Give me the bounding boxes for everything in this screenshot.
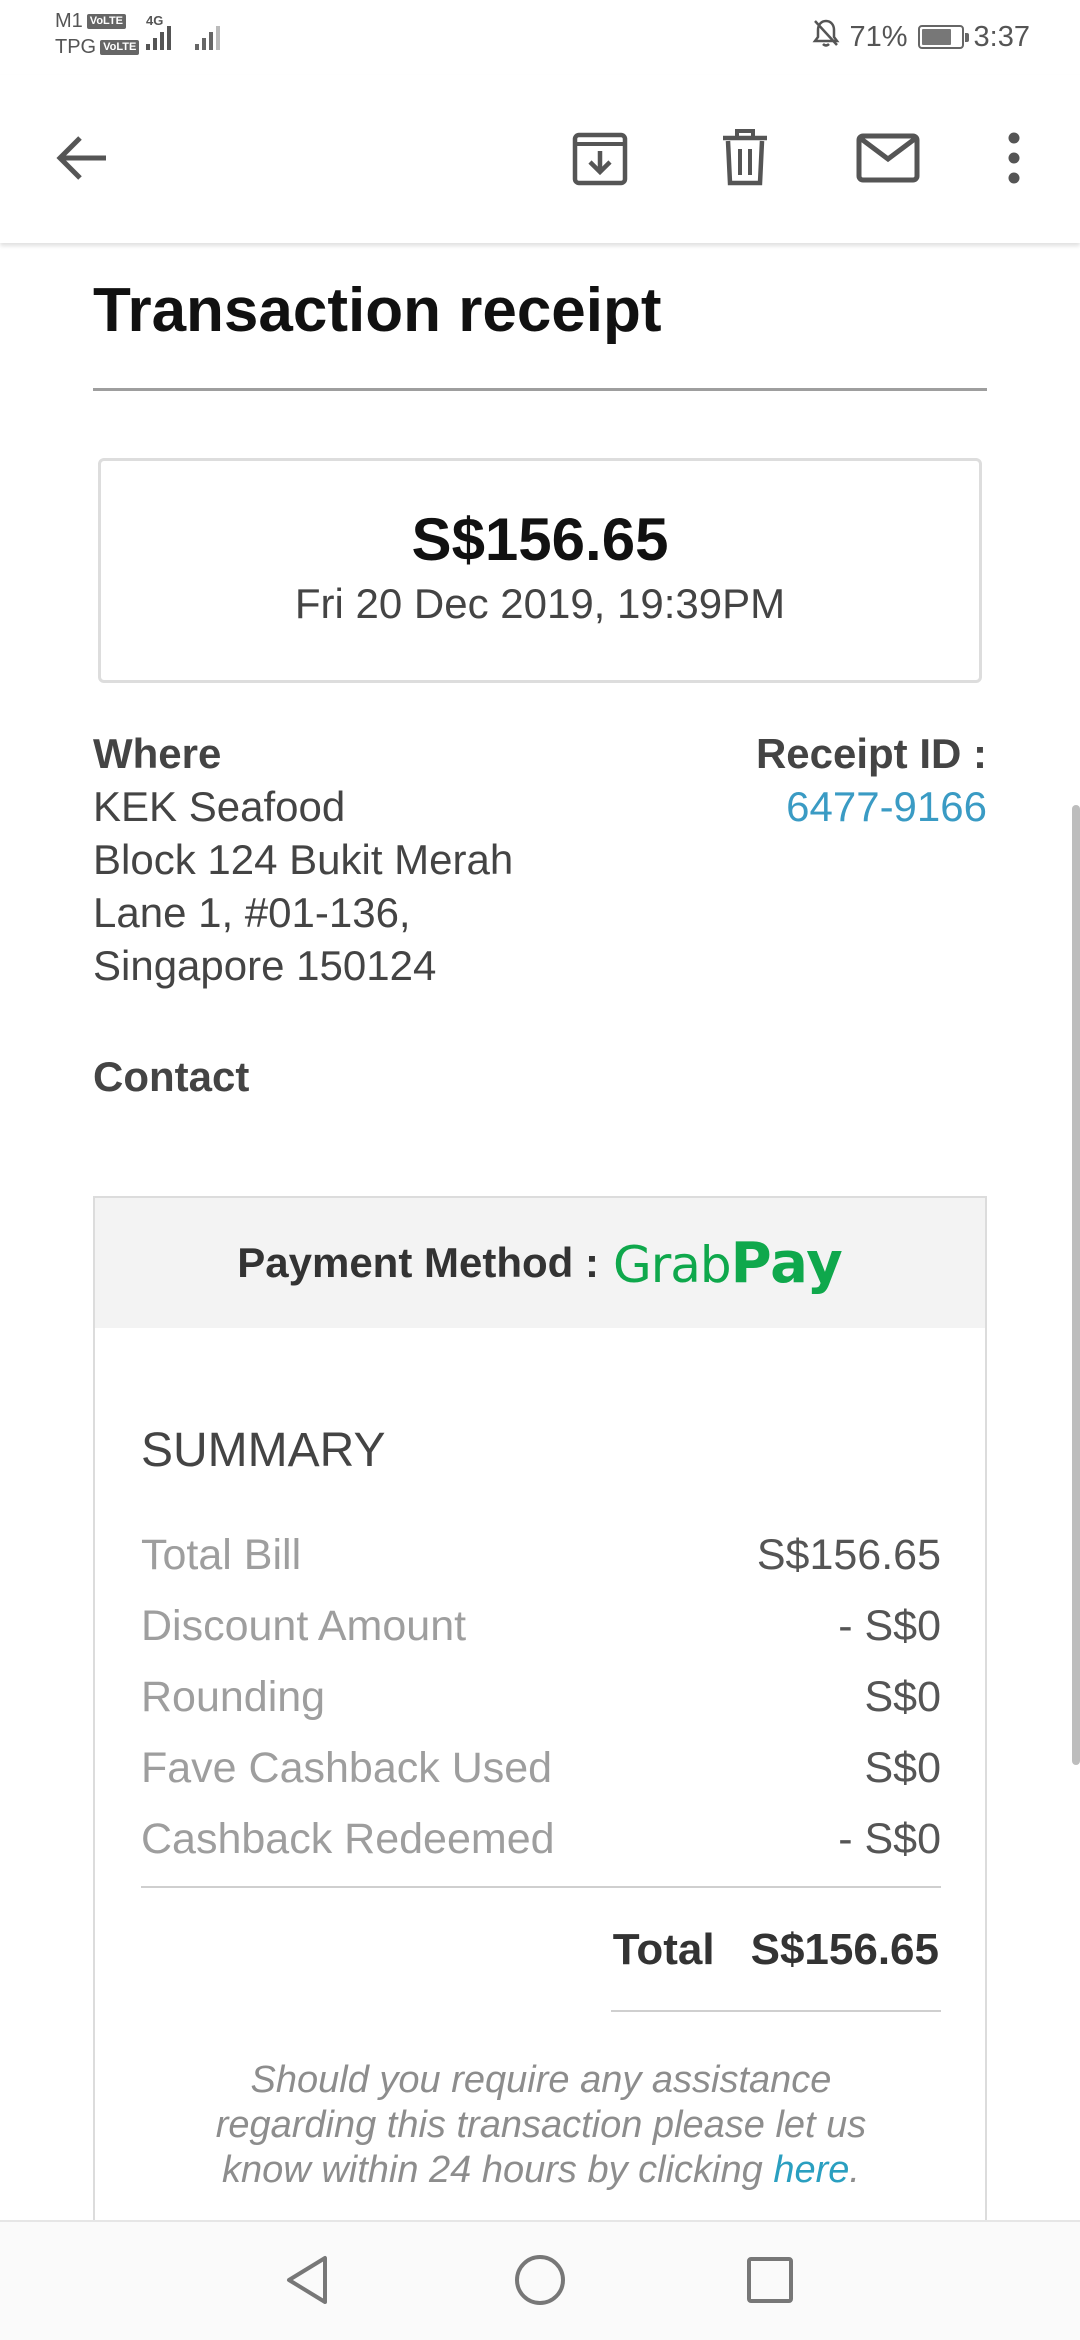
nav-recents-button[interactable] — [730, 2242, 810, 2322]
signal-icons — [146, 20, 220, 50]
volte-badge: VoLTE — [100, 39, 140, 55]
status-bar: M1 VoLTE TPG VoLTE 4G 71% 3:37 — [0, 0, 1080, 75]
receipt-id-label: Receipt ID : — [755, 730, 987, 777]
archive-button[interactable] — [555, 115, 645, 205]
transaction-amount: S$156.65 — [411, 506, 669, 573]
archive-icon — [571, 129, 629, 192]
page-title: Transaction receipt — [93, 276, 662, 345]
payment-method-header: Payment Method : Grab Pay — [95, 1198, 985, 1328]
summary-label: Cashback Redeemed — [141, 1815, 555, 1863]
contact-label: Contact — [93, 1053, 250, 1100]
delete-button[interactable] — [700, 115, 790, 205]
address-line: Block 124 Bukit Merah — [93, 836, 514, 883]
address-line: Singapore 150124 — [93, 942, 437, 989]
assistance-text: know within 24 hours by clicking here. — [222, 2149, 860, 2191]
assistance-note: Should you require any assistance regard… — [141, 2058, 941, 2193]
summary-title: SUMMARY — [141, 1424, 386, 1477]
battery-percent: 71% — [849, 20, 908, 53]
carrier-1: M1 — [55, 10, 83, 32]
summary-row: Cashback Redeemed - S$0 — [141, 1815, 941, 1864]
clock: 3:37 — [973, 20, 1030, 53]
nav-home-button[interactable] — [500, 2242, 580, 2322]
grabpay-logo: Grab Pay — [612, 1230, 843, 1296]
back-arrow-icon — [54, 133, 110, 188]
summary-row: Fave Cashback Used S$0 — [141, 1744, 941, 1793]
scrollbar[interactable] — [1072, 805, 1080, 1765]
summary-value: S$0 — [864, 1673, 941, 1721]
email-toolbar — [0, 75, 1080, 243]
summary-label: Rounding — [141, 1673, 326, 1721]
more-options-button[interactable] — [969, 115, 1059, 205]
back-button[interactable] — [37, 115, 127, 205]
summary-value: S$0 — [864, 1744, 941, 1792]
triangle-back-icon — [283, 2253, 333, 2312]
payment-summary-card: Payment Method : Grab Pay SUMMARY Total B… — [93, 1196, 987, 2340]
address-line: Lane 1, #01-136, — [93, 889, 411, 936]
total-row: Total S$156.65 — [613, 1925, 939, 1975]
signal-icon — [195, 20, 220, 50]
volte-badge: VoLTE — [86, 13, 126, 29]
assistance-text: Should you require any assistance — [250, 2059, 832, 2101]
summary-label: Discount Amount — [141, 1602, 467, 1650]
total-label: Total — [612, 1925, 715, 1974]
signal-icon — [146, 20, 171, 50]
total-divider — [611, 2010, 941, 2012]
square-recents-icon — [745, 2255, 795, 2310]
total-value: S$156.65 — [750, 1925, 939, 1974]
system-nav-bar — [0, 2220, 1080, 2340]
delete-icon — [720, 128, 770, 192]
battery-icon — [917, 25, 969, 49]
bell-off-icon — [812, 18, 840, 56]
nav-back-button[interactable] — [268, 2242, 348, 2322]
circle-home-icon — [513, 2253, 567, 2312]
summary-row: Rounding S$0 — [141, 1673, 941, 1722]
where-label: Where — [93, 730, 222, 777]
assistance-text: regarding this transaction please let us — [215, 2104, 867, 2146]
amount-card: S$156.65 Fri 20 Dec 2019, 19:39PM — [98, 458, 982, 683]
summary-row: Total Bill S$156.65 — [141, 1531, 941, 1580]
status-right: 71% 3:37 — [812, 18, 1030, 56]
merchant-name: KEK Seafood — [93, 783, 346, 830]
carrier-info: M1 VoLTE TPG VoLTE — [55, 8, 140, 60]
summary-divider — [141, 1886, 941, 1888]
summary-row: Discount Amount - S$0 — [141, 1602, 941, 1651]
mark-unread-button[interactable] — [843, 115, 933, 205]
summary-value: S$156.65 — [756, 1531, 941, 1579]
mail-icon — [856, 133, 920, 188]
payment-method-label: Payment Method : — [237, 1239, 599, 1286]
summary-value: - S$0 — [838, 1602, 941, 1650]
receipt-id-link[interactable]: 6477-9166 — [786, 783, 987, 831]
summary-label: Total Bill — [141, 1531, 302, 1579]
transaction-datetime: Fri 20 Dec 2019, 19:39PM — [294, 580, 786, 627]
summary-value: - S$0 — [838, 1815, 941, 1863]
more-vert-icon — [1007, 132, 1021, 189]
title-divider — [93, 388, 987, 391]
carrier-2: TPG — [55, 36, 97, 58]
help-link[interactable]: here — [773, 2149, 849, 2191]
summary-label: Fave Cashback Used — [141, 1744, 553, 1792]
